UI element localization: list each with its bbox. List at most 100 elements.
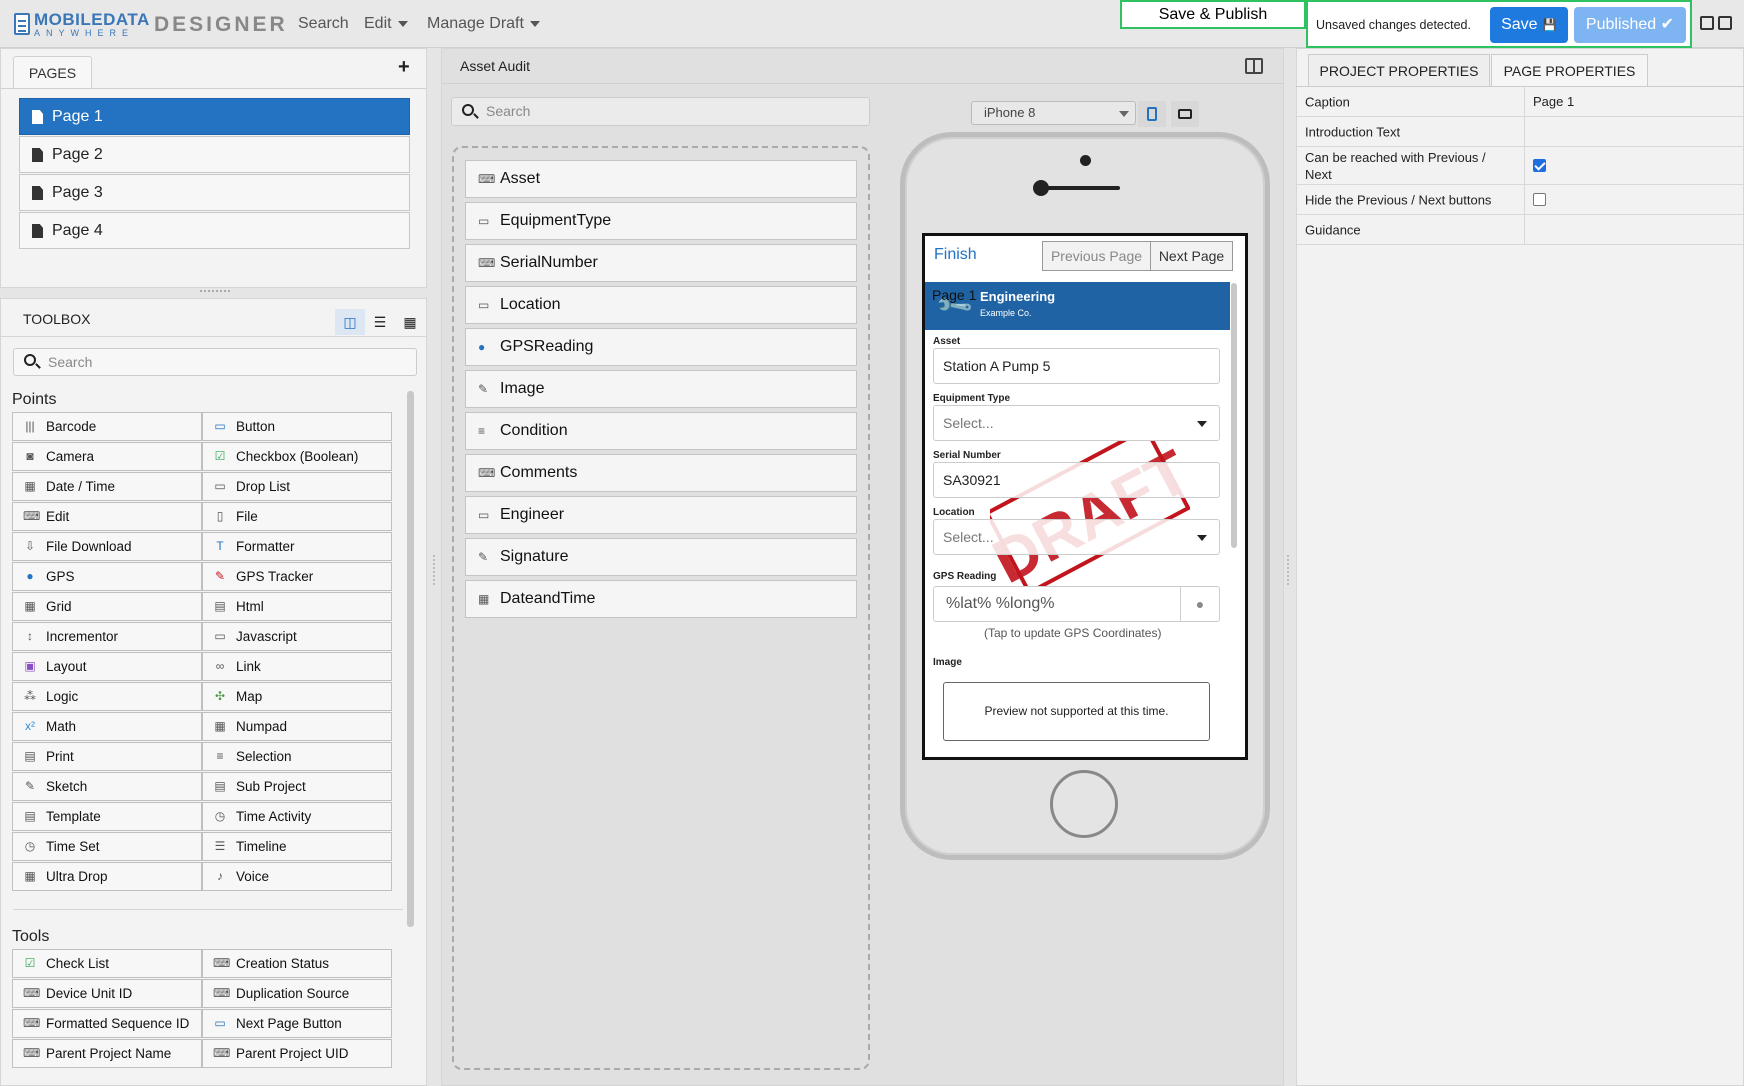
toolbox-item[interactable]: ▤ Sub Project <box>202 772 392 801</box>
asset-input[interactable]: Station A Pump 5 <box>933 348 1220 384</box>
field-item[interactable]: ▭ Location <box>465 286 857 324</box>
page-item[interactable]: Page 1 <box>19 98 410 135</box>
nav-search[interactable]: Search <box>298 15 349 33</box>
toolbox-item[interactable]: ⇩ File Download <box>12 532 202 561</box>
toolbox-item[interactable]: ▤ Print <box>12 742 202 771</box>
finish-link[interactable]: Finish <box>934 246 977 264</box>
previous-page-button[interactable]: Previous Page <box>1042 241 1151 271</box>
preview-scrollbar[interactable] <box>1231 283 1237 548</box>
field-item[interactable]: ⌨ Asset <box>465 160 857 198</box>
toolbox-item[interactable]: ⌨ Duplication Source <box>202 979 392 1008</box>
toolbox-item[interactable]: ✎ Sketch <box>12 772 202 801</box>
nav-manage-draft[interactable]: Manage Draft <box>427 15 540 33</box>
panel-split-icon[interactable] <box>1718 16 1732 30</box>
landscape-icon[interactable] <box>1171 101 1199 127</box>
toolbox-item[interactable]: ⌨ Edit <box>12 502 202 531</box>
toolbox-item[interactable]: T Formatter <box>202 532 392 561</box>
toolbox-search-input[interactable]: Search <box>13 348 417 376</box>
toolbox-item[interactable]: ♪ Voice <box>202 862 392 891</box>
resize-handle[interactable] <box>1287 555 1291 585</box>
toolbox-item[interactable]: ▭ Javascript <box>202 622 392 651</box>
globe-icon[interactable]: ● <box>1180 586 1220 622</box>
field-item[interactable]: ▭ Engineer <box>465 496 857 534</box>
published-button[interactable]: Published ✔ <box>1574 7 1686 43</box>
toolbox-item[interactable]: ▣ Layout <box>12 652 202 681</box>
columns-view-icon[interactable]: ◫ <box>335 309 365 335</box>
toolbox-item[interactable]: ☑ Checkbox (Boolean) <box>202 442 392 471</box>
tile-view-icon[interactable]: ▦ <box>395 309 425 335</box>
location-select[interactable]: Select... <box>933 519 1220 555</box>
banner-subtitle: Example Co. <box>980 308 1032 318</box>
toolbox-item[interactable]: ⌨ Formatted Sequence ID <box>12 1009 202 1038</box>
device-select[interactable]: iPhone 8 <box>971 101 1136 125</box>
toolbox-item[interactable]: ☑ Check List <box>12 949 202 978</box>
gps-reading-input[interactable]: %lat% %long% <box>933 586 1181 622</box>
tab-page-properties[interactable]: PAGE PROPERTIES <box>1491 54 1648 86</box>
toolbox-item[interactable]: ◙ Camera <box>12 442 202 471</box>
page-item[interactable]: Page 2 <box>19 136 410 173</box>
toolbox-item[interactable]: ⌨ Creation Status <box>202 949 392 978</box>
resize-handle[interactable] <box>433 555 437 585</box>
equipment-type-select[interactable]: Select... <box>933 405 1220 441</box>
toolbox-item[interactable]: ∞ Link <box>202 652 392 681</box>
save-status-box: Unsaved changes detected. Save 💾 Publish… <box>1306 0 1692 48</box>
portrait-icon[interactable] <box>1138 101 1166 127</box>
toolbox-item[interactable]: ≡ Selection <box>202 742 392 771</box>
toolbox-item[interactable]: ☰ Timeline <box>202 832 392 861</box>
toolbox-item[interactable]: ⌨ Parent Project UID <box>202 1039 392 1068</box>
field-item[interactable]: ✎ Image <box>465 370 857 408</box>
toolbox-item[interactable]: ◷ Time Activity <box>202 802 392 831</box>
tab-pages[interactable]: PAGES <box>13 56 92 88</box>
list-view-icon[interactable]: ☰ <box>365 309 395 335</box>
toolbox-item[interactable]: ✎ GPS Tracker <box>202 562 392 591</box>
field-item[interactable]: ⌨ SerialNumber <box>465 244 857 282</box>
add-page-icon[interactable]: + <box>398 56 410 79</box>
property-checkbox[interactable] <box>1533 193 1546 206</box>
toolbox-item[interactable]: ▤ Template <box>12 802 202 831</box>
tab-project-properties[interactable]: PROJECT PROPERTIES <box>1308 54 1490 86</box>
toolbox-item[interactable]: ✣ Map <box>202 682 392 711</box>
toolbox-item[interactable]: ▭ Next Page Button <box>202 1009 392 1038</box>
split-view-icon[interactable] <box>1245 58 1263 74</box>
toolbox-item[interactable]: ||| Barcode <box>12 412 202 441</box>
field-item[interactable]: ▦ DateandTime <box>465 580 857 618</box>
toolbox-item[interactable]: ⌨ Device Unit ID <box>12 979 202 1008</box>
toolbox-item[interactable]: ▦ Ultra Drop <box>12 862 202 891</box>
fields-search-input[interactable]: Search <box>451 97 870 126</box>
toolbox-item[interactable]: ▭ Button <box>202 412 392 441</box>
serial-number-input[interactable]: SA30921 <box>933 462 1220 498</box>
toolbox-item[interactable]: ⁂ Logic <box>12 682 202 711</box>
toolbox-item[interactable]: ● GPS <box>12 562 202 591</box>
toolbox-item[interactable]: ▤ Html <box>202 592 392 621</box>
field-item[interactable]: ● GPSReading <box>465 328 857 366</box>
toolbox-item[interactable]: ▦ Grid <box>12 592 202 621</box>
property-checkbox[interactable] <box>1533 159 1546 172</box>
field-item-label: Engineer <box>500 506 565 523</box>
save-button[interactable]: Save 💾 <box>1490 7 1568 43</box>
field-item[interactable]: ≡ Condition <box>465 412 857 450</box>
toolbox-item[interactable]: ⌨ Parent Project Name <box>12 1039 202 1068</box>
nav-edit[interactable]: Edit <box>364 15 408 33</box>
toolbox-scrollbar[interactable] <box>407 391 414 927</box>
toolbox-item[interactable]: ▦ Numpad <box>202 712 392 741</box>
property-row: Guidance <box>1297 215 1744 245</box>
field-item[interactable]: ✎ Signature <box>465 538 857 576</box>
toolbox-item[interactable]: ◷ Time Set <box>12 832 202 861</box>
property-value[interactable] <box>1524 147 1546 184</box>
field-item[interactable]: ▭ EquipmentType <box>465 202 857 240</box>
javascript-icon: ▭ <box>214 629 226 643</box>
property-value[interactable] <box>1524 185 1546 214</box>
toolbox-item[interactable]: ▯ File <box>202 502 392 531</box>
layout-toggle[interactable] <box>1700 16 1732 30</box>
next-page-button[interactable]: Next Page <box>1150 241 1233 271</box>
property-key: Caption <box>1305 94 1350 109</box>
toolbox-item[interactable]: ▦ Date / Time <box>12 472 202 501</box>
panel-left-icon[interactable] <box>1700 16 1714 30</box>
page-item[interactable]: Page 4 <box>19 212 410 249</box>
toolbox-item[interactable]: x² Math <box>12 712 202 741</box>
toolbox-item[interactable]: ▭ Drop List <box>202 472 392 501</box>
page-item[interactable]: Page 3 <box>19 174 410 211</box>
resize-handle[interactable] <box>200 290 230 296</box>
field-item[interactable]: ⌨ Comments <box>465 454 857 492</box>
toolbox-item[interactable]: ↕ Incrementor <box>12 622 202 651</box>
